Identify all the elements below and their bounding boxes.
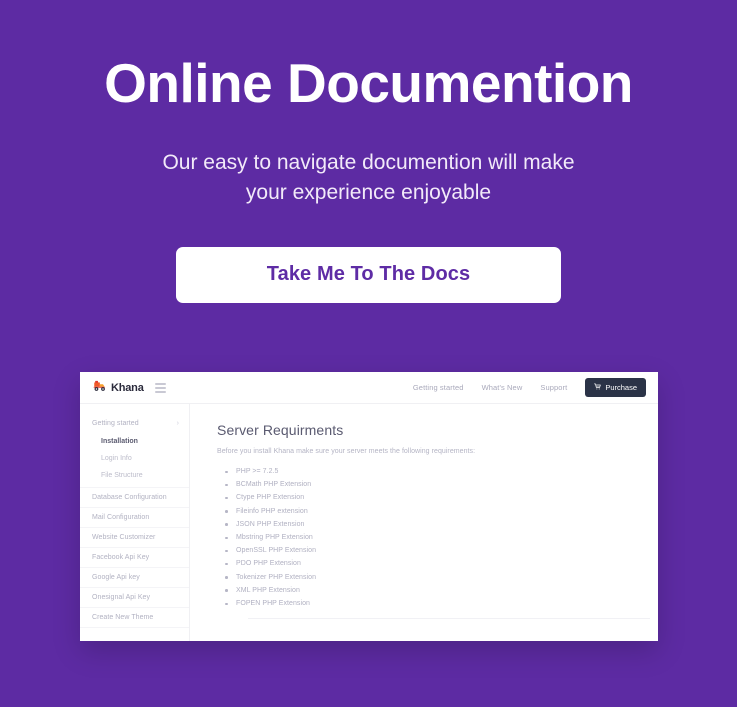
sidebar-item-login-info[interactable]: Login Info bbox=[80, 450, 189, 467]
nav-link-getting-started[interactable]: Getting started bbox=[413, 383, 464, 392]
sidebar-item-label: Website Customizer bbox=[92, 534, 156, 541]
documentation-app-mockup: Khana Getting started What's New Support… bbox=[80, 372, 658, 641]
list-item: JSON PHP Extension bbox=[225, 518, 636, 531]
sidebar-item-label: Database Configuration bbox=[92, 494, 167, 501]
list-item: FOPEN PHP Extension bbox=[225, 597, 636, 610]
hamburger-line bbox=[154, 386, 166, 389]
hamburger-menu-icon[interactable] bbox=[154, 382, 166, 393]
sidebar-item-getting-started[interactable]: Getting started › bbox=[80, 414, 189, 433]
hero-section: Online Documention Our easy to navigate … bbox=[0, 0, 737, 303]
sidebar-item-label: Mail Configuration bbox=[92, 514, 150, 521]
sidebar-item-create-new-theme[interactable]: Create New Theme bbox=[80, 608, 189, 628]
hero-subtitle-line-2: your experience enjoyable bbox=[245, 181, 492, 205]
top-navigation: Getting started What's New Support Purch… bbox=[413, 378, 646, 397]
sidebar-item-website-customizer[interactable]: Website Customizer bbox=[80, 528, 189, 548]
app-body: Getting started › Installation Login Inf… bbox=[80, 404, 658, 641]
list-item: Ctype PHP Extension bbox=[225, 491, 636, 504]
take-me-to-the-docs-button[interactable]: Take Me To The Docs bbox=[176, 246, 561, 303]
sidebar-item-label: Create New Theme bbox=[92, 614, 154, 621]
list-item: PHP >= 7.2.5 bbox=[225, 465, 636, 478]
cta-wrapper: Take Me To The Docs bbox=[0, 246, 737, 303]
content-divider bbox=[248, 618, 650, 619]
nav-link-whats-new[interactable]: What's New bbox=[482, 383, 523, 392]
hero-subtitle-line-1: Our easy to navigate documention will ma… bbox=[162, 150, 575, 174]
sidebar-item-label: Google Api key bbox=[92, 574, 140, 581]
hamburger-line bbox=[154, 382, 166, 385]
sidebar-item-label: Getting started bbox=[92, 420, 139, 427]
hero-subtitle: Our easy to navigate documention will ma… bbox=[0, 148, 737, 209]
brand-logo[interactable]: Khana bbox=[93, 379, 144, 397]
scooter-delivery-icon bbox=[93, 379, 108, 397]
sidebar-item-facebook-api-key[interactable]: Facebook Api Key bbox=[80, 548, 189, 568]
brand-name: Khana bbox=[111, 381, 144, 394]
list-item: XML PHP Extension bbox=[225, 584, 636, 597]
shopping-cart-icon bbox=[594, 383, 602, 392]
purchase-button-label: Purchase bbox=[605, 383, 637, 392]
requirements-list: PHP >= 7.2.5 BCMath PHP Extension Ctype … bbox=[217, 465, 636, 610]
sidebar-item-google-api-key[interactable]: Google Api key bbox=[80, 568, 189, 588]
app-topbar: Khana Getting started What's New Support… bbox=[80, 372, 658, 404]
hamburger-line bbox=[154, 390, 166, 393]
main-content: Server Requirments Before you install Kh… bbox=[190, 404, 658, 641]
purchase-button[interactable]: Purchase bbox=[585, 378, 646, 397]
list-item: Mbstring PHP Extension bbox=[225, 531, 636, 544]
sidebar-subgroup-getting-started: Installation Login Info File Structure bbox=[80, 433, 189, 488]
list-item: OpenSSL PHP Extension bbox=[225, 544, 636, 557]
sidebar-item-installation[interactable]: Installation bbox=[80, 433, 189, 450]
content-intro-text: Before you install Khana make sure your … bbox=[217, 448, 476, 455]
content-heading: Server Requirments bbox=[217, 422, 344, 438]
list-item: Tokenizer PHP Extension bbox=[225, 571, 636, 584]
sidebar-item-label: Onesignal Api Key bbox=[92, 594, 151, 601]
sidebar-item-database-configuration[interactable]: Database Configuration bbox=[80, 488, 189, 508]
sidebar-item-file-structure[interactable]: File Structure bbox=[80, 467, 189, 484]
page-title: Online Documention bbox=[104, 52, 633, 114]
list-item: BCMath PHP Extension bbox=[225, 478, 636, 491]
sidebar: Getting started › Installation Login Inf… bbox=[80, 404, 190, 641]
chevron-right-icon: › bbox=[176, 420, 179, 427]
sidebar-item-onesignal-api-key[interactable]: Onesignal Api Key bbox=[80, 588, 189, 608]
nav-link-support[interactable]: Support bbox=[540, 383, 567, 392]
list-item: PDO PHP Extension bbox=[225, 557, 636, 570]
sidebar-item-label: Facebook Api Key bbox=[92, 554, 150, 561]
sidebar-item-mail-configuration[interactable]: Mail Configuration bbox=[80, 508, 189, 528]
list-item: Fileinfo PHP extension bbox=[225, 505, 636, 518]
